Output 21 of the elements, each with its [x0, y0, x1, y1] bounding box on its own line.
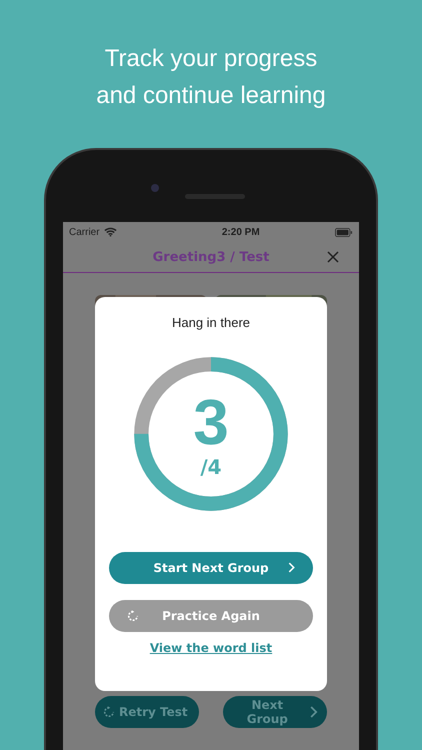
word-list-link[interactable]: View the word list: [150, 641, 272, 655]
score-value: 3: [193, 389, 229, 455]
status-time: 2:20 PM: [222, 226, 260, 238]
nav-title: Greeting3 / Test: [152, 250, 270, 264]
camera-icon: [151, 184, 159, 192]
close-icon[interactable]: [327, 251, 339, 263]
practice-again-button[interactable]: Practice Again: [109, 600, 313, 632]
score-total: /4: [200, 455, 222, 479]
refresh-icon: [103, 706, 115, 718]
next-group-button[interactable]: Next Group: [223, 696, 327, 728]
start-next-button[interactable]: Start Next Group: [109, 552, 313, 584]
chevron-right-icon: [308, 706, 319, 718]
wifi-icon: [104, 227, 117, 237]
refresh-icon: [127, 610, 139, 622]
battery-icon: [334, 228, 353, 236]
retry-test-button[interactable]: Retry Test: [95, 696, 199, 728]
carrier-label: Carrier: [69, 226, 100, 238]
headline: and continue learning: [96, 81, 326, 111]
chevron-right-icon: [288, 562, 295, 573]
dialog-title: Hang in there: [172, 315, 250, 330]
headline: Track your progress: [104, 44, 318, 74]
